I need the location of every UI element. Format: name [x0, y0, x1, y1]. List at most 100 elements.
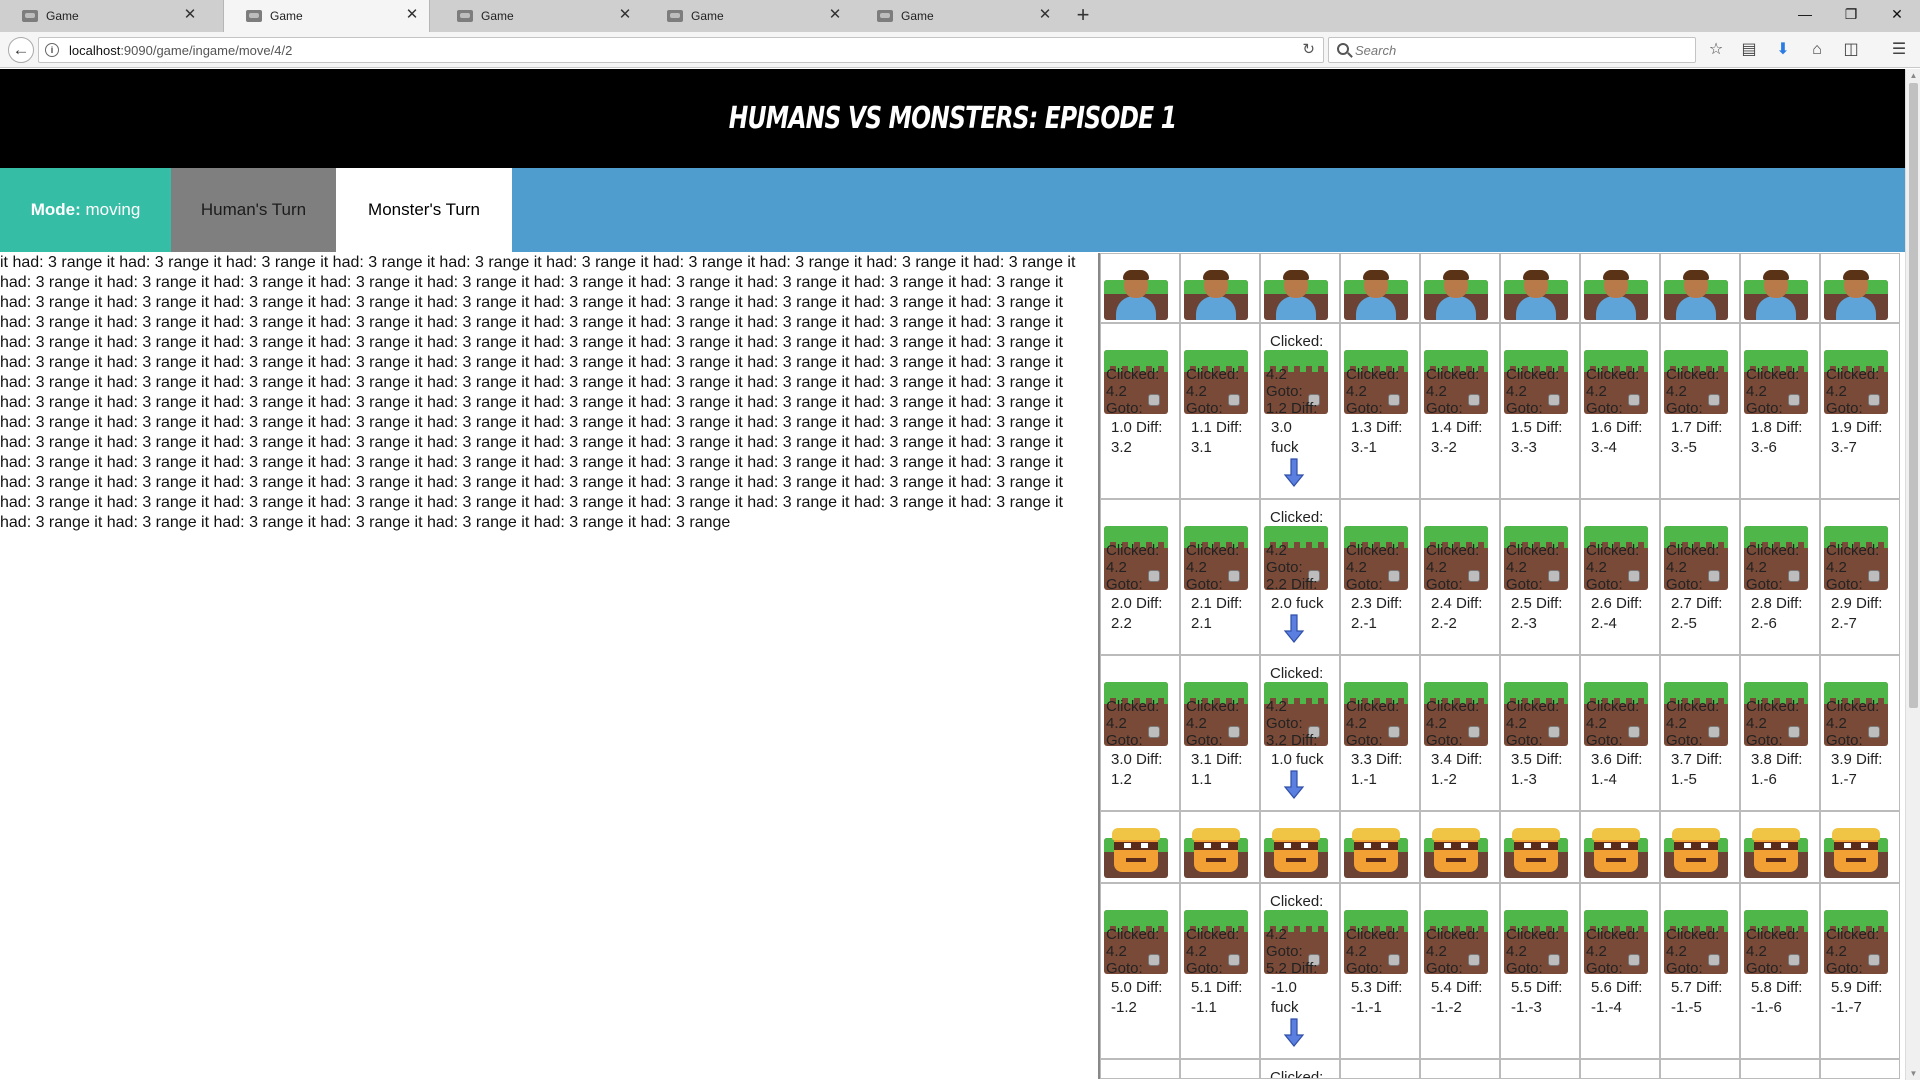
board-cell[interactable] — [1580, 253, 1660, 323]
mode-indicator[interactable]: Mode: moving — [0, 168, 171, 252]
board-cell[interactable]: Clicked: 4.2 Goto: 5.3 Diff: -1.-1 — [1340, 883, 1420, 1059]
close-window-button[interactable]: ✕ — [1874, 0, 1920, 30]
board-cell[interactable]: Clicked: 4.2 Goto: 3.7 Diff: 1.-5 — [1660, 655, 1740, 811]
board-cell[interactable]: Clicked: 4.2 Goto: 1.8 Diff: 3.-6 — [1740, 323, 1820, 499]
board-cell[interactable]: Clicked: 4.2 Goto: 2.2 Diff: 2.0 fuck — [1260, 499, 1340, 655]
board-cell[interactable] — [1100, 253, 1180, 323]
board-cell[interactable]: Clicked: 4.2 Goto: 5.8 Diff: -1.-6 — [1740, 883, 1820, 1059]
board-cell[interactable] — [1500, 253, 1580, 323]
board-cell[interactable]: Clicked: 4.2 Goto: 1.0 Diff: 3.2 — [1100, 323, 1180, 499]
board-cell[interactable]: Clicked: 4.2 Goto: 2.9 Diff: 2.-7 — [1820, 499, 1900, 655]
board-cell[interactable]: Clicked: 4.2 Goto: 3.2 Diff: 1.0 fuck — [1260, 655, 1340, 811]
page-scrollbar[interactable]: ▲ ▼ — [1905, 69, 1920, 1080]
move-down-arrow-icon[interactable] — [1283, 770, 1305, 800]
close-tab-icon[interactable]: ✕ — [1038, 7, 1052, 22]
board-cell[interactable] — [1420, 253, 1500, 323]
board-cell[interactable] — [1260, 811, 1340, 883]
reload-icon[interactable]: ↻ — [1302, 40, 1315, 58]
browser-tab[interactable]: Game ✕ — [855, 0, 1062, 32]
board-cell[interactable]: Clicked: 4.2 Goto: 5.1 Diff: -1.1 — [1180, 883, 1260, 1059]
board-cell[interactable] — [1660, 1059, 1740, 1079]
browser-tab[interactable]: Game ✕ — [435, 0, 642, 32]
board-cell[interactable]: Clicked: 4.2 Goto: 3.1 Diff: 1.1 — [1180, 655, 1260, 811]
board-cell[interactable]: Clicked: 4.2 Goto: 3.9 Diff: 1.-7 — [1820, 655, 1900, 811]
board-cell[interactable]: Clicked: 4.2 Goto: 1.7 Diff: 3.-5 — [1660, 323, 1740, 499]
board-cell[interactable]: Clicked: 4.2 Goto: 5.4 Diff: -1.-2 — [1420, 883, 1500, 1059]
scrollbar-thumb[interactable] — [1909, 83, 1918, 708]
scroll-down-arrow-icon[interactable]: ▼ — [1909, 1069, 1918, 1078]
board-cell[interactable]: Clicked: 4.2 Goto: 1.5 Diff: 3.-3 — [1500, 323, 1580, 499]
board-cell[interactable]: Clicked: 4.2 Goto: 2.5 Diff: 2.-3 — [1500, 499, 1580, 655]
board-cell[interactable]: Clicked: 4.2 Goto: 5.0 Diff: -1.2 — [1100, 883, 1180, 1059]
board-cell[interactable] — [1660, 811, 1740, 883]
board-cell[interactable]: Clicked: 4.2 Goto: 3.0 Diff: 1.2 — [1100, 655, 1180, 811]
board-cell[interactable]: Clicked: 4.2 Goto: 5.5 Diff: -1.-3 — [1500, 883, 1580, 1059]
board-cell[interactable] — [1740, 253, 1820, 323]
search-box[interactable]: Search — [1328, 37, 1696, 63]
board-cell[interactable] — [1580, 811, 1660, 883]
board-cell[interactable]: Clicked: 4.2 Goto: 5.9 Diff: -1.-7 — [1820, 883, 1900, 1059]
board-cell[interactable]: Clicked: 4.2 Goto: 5.2 Diff: -1.0 fuck — [1260, 883, 1340, 1059]
board-cell[interactable] — [1180, 253, 1260, 323]
bookmark-star-icon[interactable]: ☆ — [1705, 39, 1727, 61]
board-cell[interactable] — [1500, 811, 1580, 883]
board-cell[interactable]: Clicked: 4.2 Goto: 1.4 Diff: 3.-2 — [1420, 323, 1500, 499]
move-down-arrow-icon[interactable] — [1283, 1018, 1305, 1048]
board-cell[interactable] — [1740, 811, 1820, 883]
board-cell[interactable]: Clicked: 4.2 Goto: 1.3 Diff: 3.-1 — [1340, 323, 1420, 499]
close-tab-icon[interactable]: ✕ — [183, 7, 197, 22]
board-cell[interactable] — [1740, 1059, 1820, 1079]
board-cell[interactable]: Clicked: 4.2 Goto: 1.1 Diff: 3.1 — [1180, 323, 1260, 499]
board-cell[interactable]: Clicked: 4.2 Goto: 1.6 Diff: 3.-4 — [1580, 323, 1660, 499]
board-cell[interactable]: Clicked: 4.2 Goto: 3.6 Diff: 1.-4 — [1580, 655, 1660, 811]
board-cell[interactable] — [1340, 811, 1420, 883]
board-cell[interactable]: Clicked: 4.2 Goto: 2.6 Diff: 2.-4 — [1580, 499, 1660, 655]
restore-button[interactable]: ❐ — [1828, 0, 1874, 30]
board-cell[interactable]: Clicked: 4.2 Goto: 2.0 Diff: 2.2 — [1100, 499, 1180, 655]
board-cell[interactable]: Clicked: 4.2 Goto: 2.8 Diff: 2.-6 — [1740, 499, 1820, 655]
browser-tab[interactable]: Game ✕ — [645, 0, 852, 32]
pocket-icon[interactable]: ◫ — [1840, 39, 1862, 61]
board-cell[interactable] — [1180, 1059, 1260, 1079]
board-cell[interactable] — [1820, 811, 1900, 883]
new-tab-button[interactable]: + — [1071, 4, 1095, 28]
board-cell[interactable] — [1420, 1059, 1500, 1079]
download-icon[interactable]: ⬇ — [1772, 39, 1794, 61]
board-cell[interactable]: Clicked: 4.2 Goto: 5.6 Diff: -1.-4 — [1580, 883, 1660, 1059]
board-cell[interactable] — [1180, 811, 1260, 883]
board-cell[interactable]: Clicked: 4.2 Goto: 5.7 Diff: -1.-5 — [1660, 883, 1740, 1059]
board-cell[interactable]: Clicked: — [1260, 1059, 1340, 1079]
site-info-icon[interactable]: i — [45, 43, 59, 57]
board-cell[interactable]: Clicked: 4.2 Goto: 2.1 Diff: 2.1 — [1180, 499, 1260, 655]
browser-tab[interactable]: Game ✕ — [0, 0, 207, 32]
back-button[interactable]: ← — [8, 37, 34, 63]
tab-human-turn[interactable]: Human's Turn — [171, 168, 336, 252]
url-text[interactable]: localhost:9090/game/ingame/move/4/2 — [69, 43, 292, 58]
board-cell[interactable] — [1340, 1059, 1420, 1079]
board-cell[interactable] — [1100, 1059, 1180, 1079]
board-cell[interactable]: Clicked: 4.2 Goto: 1.9 Diff: 3.-7 — [1820, 323, 1900, 499]
close-tab-icon[interactable]: ✕ — [618, 7, 632, 22]
board-cell[interactable]: Clicked: 4.2 Goto: 2.7 Diff: 2.-5 — [1660, 499, 1740, 655]
scroll-up-arrow-icon[interactable]: ▲ — [1909, 71, 1918, 80]
browser-tab-active[interactable]: Game ✕ — [223, 0, 430, 32]
home-icon[interactable]: ⌂ — [1806, 39, 1828, 61]
close-tab-icon[interactable]: ✕ — [405, 7, 419, 22]
board-cell[interactable]: Clicked: 4.2 Goto: 3.4 Diff: 1.-2 — [1420, 655, 1500, 811]
board-cell[interactable] — [1500, 1059, 1580, 1079]
board-cell[interactable]: Clicked: 4.2 Goto: 3.5 Diff: 1.-3 — [1500, 655, 1580, 811]
board-cell[interactable]: Clicked: 4.2 Goto: 2.4 Diff: 2.-2 — [1420, 499, 1500, 655]
board-cell[interactable] — [1340, 253, 1420, 323]
board-cell[interactable] — [1580, 1059, 1660, 1079]
board-cell[interactable] — [1260, 253, 1340, 323]
board-cell[interactable]: Clicked: 4.2 Goto: 2.3 Diff: 2.-1 — [1340, 499, 1420, 655]
board-cell[interactable] — [1820, 1059, 1900, 1079]
close-tab-icon[interactable]: ✕ — [828, 7, 842, 22]
board-cell[interactable]: Clicked: 4.2 Goto: 3.8 Diff: 1.-6 — [1740, 655, 1820, 811]
move-down-arrow-icon[interactable] — [1283, 458, 1305, 488]
move-down-arrow-icon[interactable] — [1283, 614, 1305, 644]
board-cell[interactable] — [1820, 253, 1900, 323]
board-cell[interactable] — [1660, 253, 1740, 323]
board-cell[interactable] — [1420, 811, 1500, 883]
board-cell[interactable]: Clicked: 4.2 Goto: 3.3 Diff: 1.-1 — [1340, 655, 1420, 811]
